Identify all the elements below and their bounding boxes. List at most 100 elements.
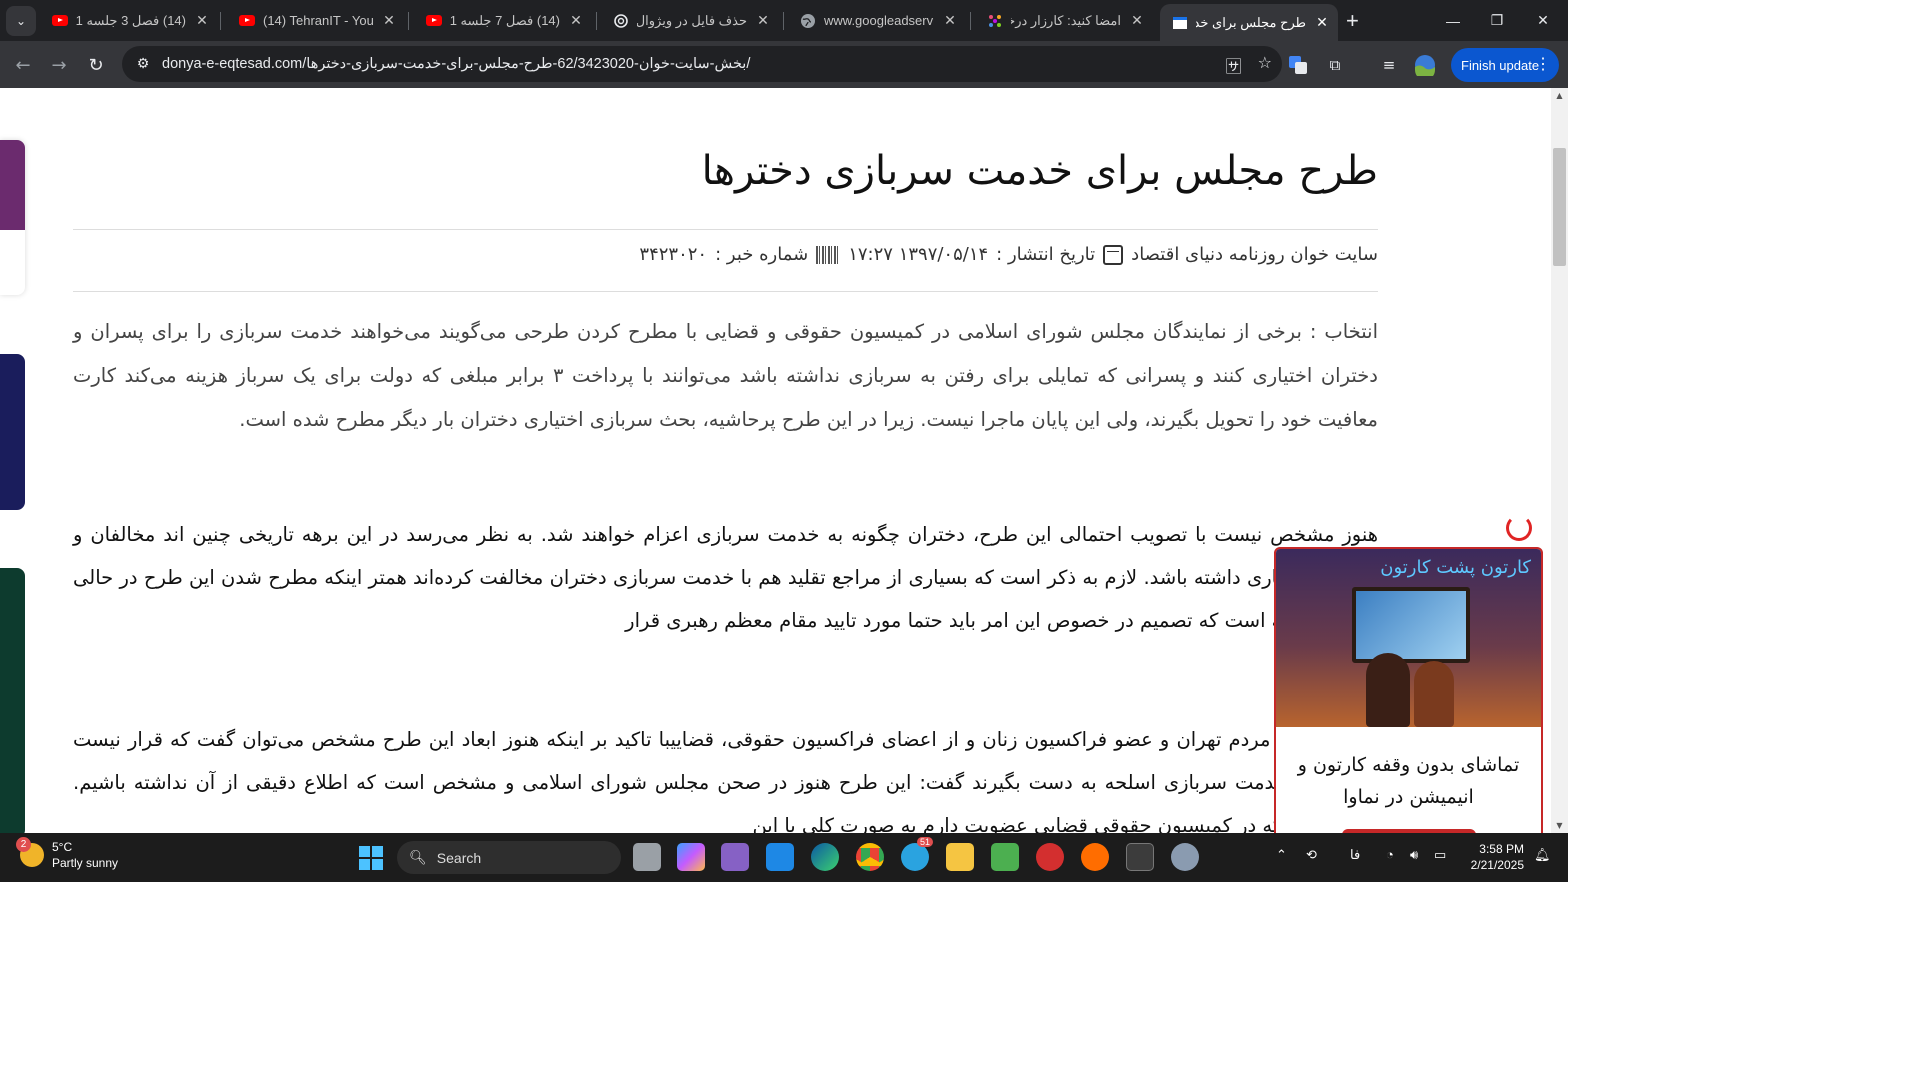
- finish-update-button[interactable]: Finish update ⋮: [1451, 48, 1559, 82]
- ad-banner[interactable]: کارتون پشت کارتون تماشای بدون وقفه کارتو…: [1274, 547, 1543, 833]
- reload-button[interactable]: ↻: [83, 52, 109, 78]
- arrow-right-icon: →: [51, 54, 67, 76]
- site-info-icon[interactable]: ⚙: [128, 56, 158, 72]
- scroll-down-icon[interactable]: ▼: [1551, 821, 1568, 830]
- terminal-icon[interactable]: [1126, 843, 1154, 871]
- page-content: طرح مجلس برای خدمت سربازی دخترها سایت خو…: [0, 88, 1551, 833]
- article-title: طرح مجلس برای خدمت سربازی دخترها: [701, 148, 1378, 194]
- edge-icon[interactable]: [811, 843, 839, 871]
- tab-5[interactable]: www.googleadservices ✕: [788, 0, 966, 41]
- address-bar[interactable]: ⚙ donya-e-eqtesad.com/بخش-سایت-خوان-62/3…: [122, 46, 1282, 82]
- close-icon[interactable]: ✕: [1314, 14, 1330, 31]
- published-value: ۱۳۹۷/۰۵/۱۴ ۱۷:۲۷: [848, 244, 989, 265]
- news-id-value: ۳۴۲۳۰۲۰: [639, 244, 708, 265]
- translate-icon[interactable]: 🈂: [1226, 53, 1242, 77]
- weather-condition: Partly sunny: [52, 856, 119, 870]
- wifi-icon[interactable]: ◔: [1386, 847, 1394, 862]
- tab-2[interactable]: (14) TehranIT - YouTube ✕: [227, 0, 405, 41]
- copilot-icon[interactable]: [677, 843, 705, 871]
- tab-title: حذف فایل در ویژوال ا: [637, 12, 747, 28]
- new-tab-button[interactable]: +: [1346, 8, 1359, 34]
- task-view-icon[interactable]: [633, 843, 661, 871]
- postman-icon[interactable]: [1081, 843, 1109, 871]
- telegram-icon[interactable]: 51: [901, 837, 934, 871]
- tab-7-active[interactable]: طرح مجلس برای خدمت ✕: [1160, 4, 1338, 41]
- tab-title: طرح مجلس برای خدمت: [1196, 14, 1306, 30]
- telegram-badge: 51: [917, 837, 934, 847]
- extensions-icon[interactable]: ⧉: [1324, 54, 1346, 76]
- back-button[interactable]: ←: [10, 52, 36, 78]
- vscode-icon[interactable]: [766, 843, 794, 871]
- clock-date: 2/21/2025: [1470, 858, 1524, 872]
- battery-icon[interactable]: ▭: [1434, 847, 1446, 863]
- tab-title: www.googleadservices: [824, 13, 934, 28]
- close-icon[interactable]: ✕: [1129, 12, 1145, 29]
- close-icon[interactable]: ✕: [381, 12, 397, 29]
- side-card-2[interactable]: [0, 354, 25, 510]
- temperature: 5°C: [52, 840, 73, 854]
- forward-button[interactable]: →: [46, 52, 72, 78]
- browser-toolbar: ← → ↻ ⚙ donya-e-eqtesad.com/بخش-سایت-خوا…: [0, 41, 1568, 88]
- calendar-icon: [1103, 244, 1124, 265]
- volume-icon[interactable]: 🔊︎: [1410, 847, 1418, 863]
- tab-1[interactable]: (14) فصل 3 جلسه 11 ✕: [40, 0, 218, 41]
- news-id-label: شماره خبر :: [715, 244, 809, 265]
- chevron-up-icon[interactable]: ⌃: [1276, 847, 1287, 863]
- ad-image: کارتون پشت کارتون: [1276, 549, 1541, 727]
- tab-search-dropdown[interactable]: ⌄: [6, 6, 36, 36]
- start-button[interactable]: [358, 845, 384, 871]
- close-icon[interactable]: ✕: [942, 12, 958, 29]
- visual-studio-icon[interactable]: [721, 843, 749, 871]
- google-translate-extension-icon[interactable]: [1287, 54, 1309, 76]
- close-icon[interactable]: ✕: [755, 12, 771, 29]
- article-meta: سایت خوان روزنامه دنیای اقتصاد تاریخ انت…: [639, 244, 1378, 265]
- finish-update-label: Finish update: [1461, 57, 1540, 73]
- close-window-button[interactable]: ✕: [1520, 0, 1566, 41]
- side-card-1[interactable]: [0, 140, 25, 295]
- sync-icon[interactable]: ⟲: [1306, 847, 1317, 863]
- tab-title: امضا کنید: کارزار درخواست: [1011, 12, 1121, 28]
- vivaldi-icon[interactable]: [1036, 843, 1064, 871]
- close-icon[interactable]: ✕: [568, 12, 584, 29]
- tab-title: (14) فصل 7 جلسه 1 -: [450, 12, 560, 28]
- chrome-icon[interactable]: [856, 843, 884, 871]
- globe-icon: [800, 13, 816, 29]
- windows-logo-icon: [359, 846, 383, 870]
- tab-separator: [596, 12, 597, 30]
- notifications-icon[interactable]: 🔔︎: [1534, 847, 1551, 863]
- settings-gear-icon[interactable]: [1171, 843, 1199, 871]
- minimize-button[interactable]: —: [1430, 0, 1476, 41]
- divider: [73, 291, 1378, 292]
- source-label[interactable]: سایت خوان روزنامه دنیای اقتصاد: [1131, 244, 1378, 265]
- arrow-left-icon: ←: [15, 54, 31, 76]
- article-paragraph-1: هنوز مشخص نیست با تصویب احتمالی این طرح،…: [73, 523, 1378, 632]
- tab-6[interactable]: امضا کنید: کارزار درخواست ✕: [975, 0, 1153, 41]
- scroll-up-icon[interactable]: ▲: [1551, 91, 1568, 100]
- vertical-scrollbar[interactable]: ▲ ▼: [1551, 88, 1568, 833]
- url-text[interactable]: donya-e-eqtesad.com/بخش-سایت-خوان-62/342…: [162, 56, 750, 72]
- ad-logo-icon[interactable]: [1506, 515, 1532, 541]
- tab-4[interactable]: حذف فایل در ویژوال ا ✕: [601, 0, 779, 41]
- child-illustration: [1414, 661, 1454, 727]
- notepad-plus-plus-icon[interactable]: [991, 843, 1019, 871]
- tab-title: (14) TehranIT - YouTube: [263, 13, 373, 28]
- youtube-icon: [52, 13, 68, 29]
- scrollbar-thumb[interactable]: [1553, 148, 1566, 266]
- profile-avatar[interactable]: [1414, 54, 1436, 76]
- more-vert-icon: ⋮: [1535, 56, 1551, 73]
- side-card-3[interactable]: [0, 568, 25, 833]
- page-icon: [1172, 15, 1188, 31]
- taskbar-search[interactable]: 🔍︎ Search: [397, 841, 621, 874]
- tab-separator: [970, 12, 971, 30]
- file-explorer-icon[interactable]: [946, 843, 974, 871]
- language-indicator[interactable]: فا: [1350, 847, 1360, 863]
- restore-button[interactable]: ❐: [1474, 0, 1520, 41]
- media-controls-icon[interactable]: ≡: [1378, 54, 1400, 76]
- plus-icon: +: [1346, 8, 1359, 33]
- system-clock[interactable]: 3:58 PM 2/21/2025: [1460, 841, 1524, 873]
- weather-widget[interactable]: 2 5°C Partly sunny: [16, 837, 119, 871]
- article-lead: انتخاب : برخی از نمایندگان مجلس شورای اس…: [73, 320, 1378, 431]
- close-icon[interactable]: ✕: [194, 12, 210, 29]
- tab-3[interactable]: (14) فصل 7 جلسه 1 - ✕: [414, 0, 592, 41]
- bookmark-star-icon[interactable]: ☆: [1258, 53, 1272, 77]
